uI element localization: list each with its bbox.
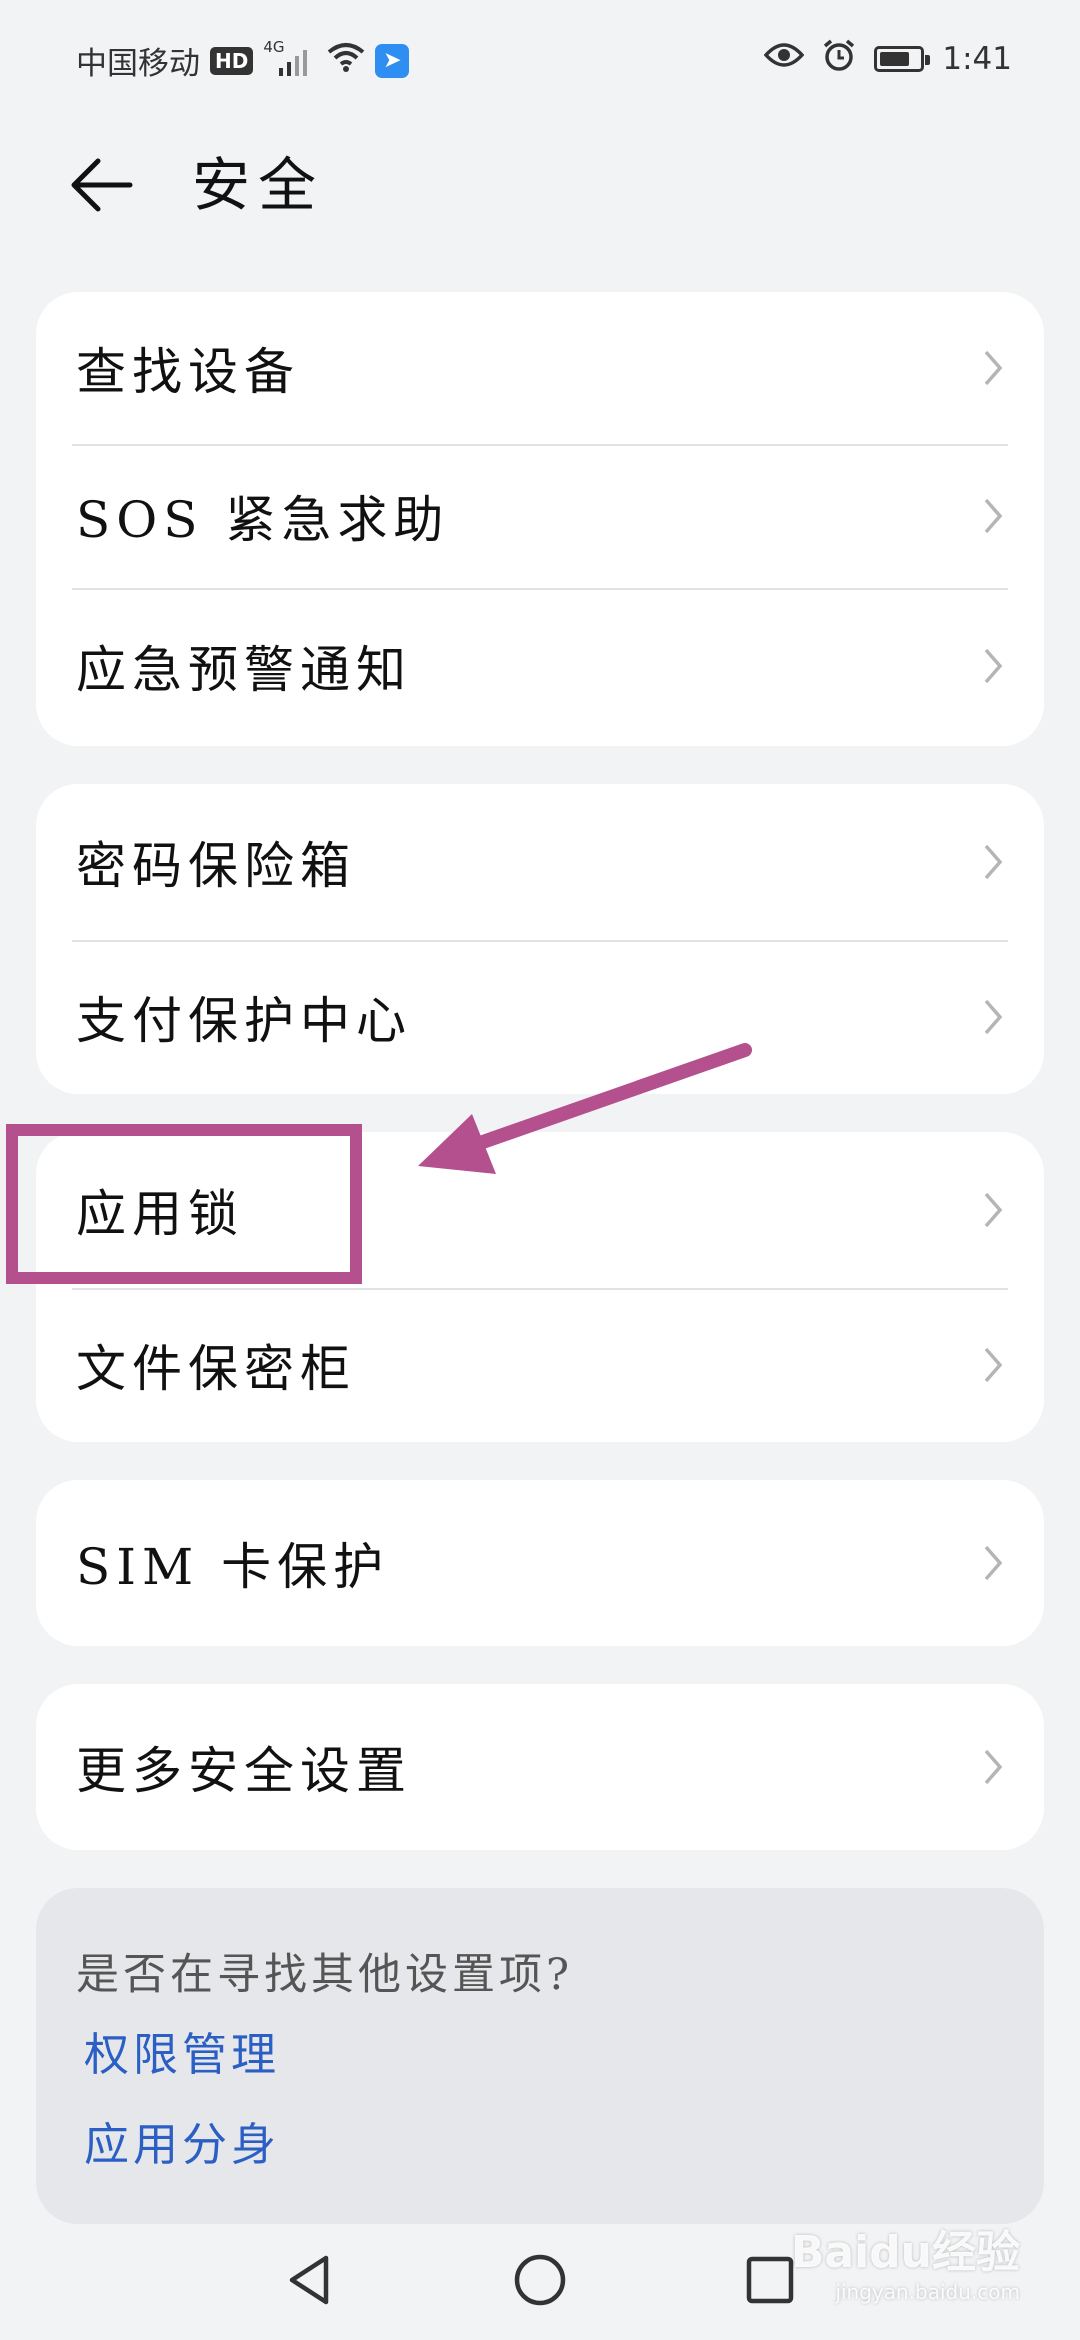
settings-item-emergency-alerts[interactable]: 应急预警通知 [36, 588, 1044, 744]
chevron-right-icon [984, 1347, 1003, 1383]
chevron-right-icon [984, 1192, 1003, 1228]
related-settings-card: 是否在寻找其他设置项? 权限管理 应用分身 [36, 1888, 1044, 2224]
settings-item-label: 查找设备 [76, 343, 300, 401]
settings-item-label: 文件保密柜 [76, 1340, 356, 1398]
settings-item-label: SOS 紧急求助 [76, 491, 450, 549]
settings-item-sos[interactable]: SOS 紧急求助 [36, 444, 1044, 588]
alarm-icon [822, 38, 856, 80]
chevron-right-icon [984, 1545, 1003, 1581]
chevron-right-icon [984, 498, 1003, 534]
link-app-twin[interactable]: 应用分身 [84, 2108, 280, 2173]
network-type: 4G [263, 37, 285, 56]
settings-group-more: 更多安全设置 [36, 1684, 1044, 1850]
settings-item-password-vault[interactable]: 密码保险箱 [36, 784, 1044, 940]
settings-group-sim: SIM 卡保护 [36, 1480, 1044, 1646]
wifi-icon [327, 42, 365, 80]
chevron-right-icon [984, 999, 1003, 1035]
watermark-logo: Baidu经验 jingyan.baidu.com [791, 2216, 1020, 2304]
settings-item-more-security[interactable]: 更多安全设置 [36, 1684, 1044, 1850]
status-bar: 中国移动 HD 4G ➤ 1:41 [0, 0, 1080, 120]
app-notification-icon: ➤ [375, 43, 410, 78]
signal-icon: 4G [263, 38, 317, 76]
carrier-name: 中国移动 [76, 46, 200, 82]
settings-item-label: 支付保护中心 [76, 992, 412, 1050]
back-button[interactable] [70, 150, 150, 220]
security-settings-screen: 中国移动 HD 4G ➤ 1:41 安全 查找设备 SOS 紧急求助 应急预警通… [0, 0, 1080, 2340]
settings-item-label: 应急预警通知 [76, 641, 412, 699]
settings-item-label: SIM 卡保护 [76, 1538, 390, 1596]
clock-time: 1:41 [942, 41, 1012, 77]
page-title: 安全 [192, 151, 325, 219]
chevron-right-icon [984, 844, 1003, 880]
circle-home-icon[interactable] [510, 2250, 570, 2310]
status-right: 1:41 [764, 38, 1012, 80]
chevron-right-icon [984, 350, 1003, 386]
arrow-left-icon [71, 158, 133, 212]
chevron-right-icon [984, 1749, 1003, 1785]
settings-item-find-device[interactable]: 查找设备 [36, 292, 1044, 444]
triangle-back-icon[interactable] [280, 2250, 340, 2310]
app-bar: 安全 [0, 130, 1080, 240]
settings-group-find: 查找设备 SOS 紧急求助 应急预警通知 [36, 292, 1044, 746]
battery-level [880, 52, 910, 66]
settings-item-file-safe[interactable]: 文件保密柜 [36, 1288, 1044, 1442]
annotation-highlight-box [6, 1124, 362, 1284]
link-permission-management[interactable]: 权限管理 [84, 2018, 280, 2083]
chevron-right-icon [984, 648, 1003, 684]
status-left: 中国移动 HD 4G ➤ [76, 38, 410, 83]
related-settings-question: 是否在寻找其他设置项? [76, 1950, 574, 2000]
settings-item-label: 更多安全设置 [76, 1742, 412, 1800]
annotation-arrow-icon [418, 1043, 752, 1174]
battery-icon [874, 46, 931, 72]
settings-item-label: 密码保险箱 [76, 837, 356, 895]
watermark-sub: jingyan.baidu.com [835, 2280, 1020, 2304]
settings-item-sim-protection[interactable]: SIM 卡保护 [36, 1480, 1044, 1646]
hd-badge: HD [210, 46, 254, 75]
watermark-main: Baidu经验 [790, 2227, 1020, 2278]
eye-icon [764, 41, 805, 77]
